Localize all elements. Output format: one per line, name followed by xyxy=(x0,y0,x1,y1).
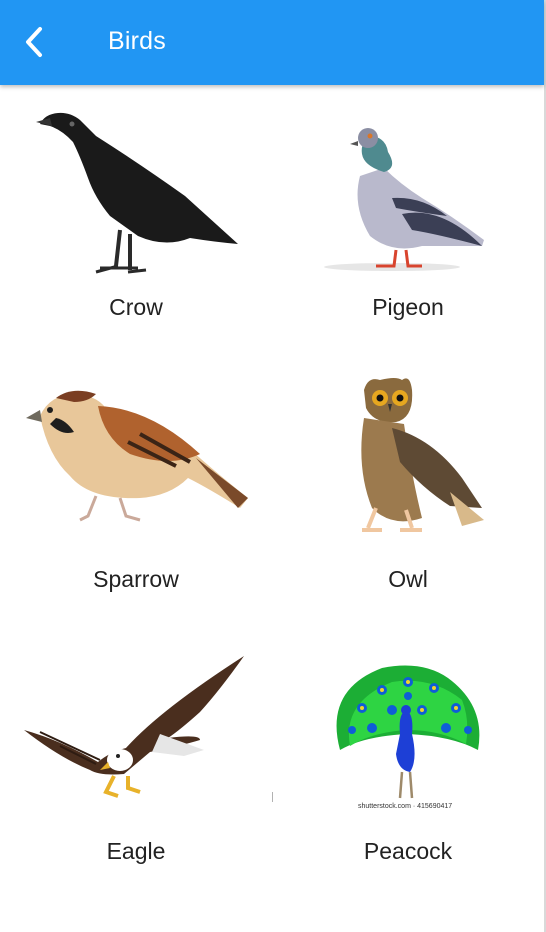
bird-grid: Crow Pigeon Sparrow Owl Eagle shuttersto… xyxy=(0,86,544,902)
bird-tile-eagle[interactable]: Eagle xyxy=(0,630,272,902)
bird-label: Owl xyxy=(388,566,428,592)
bird-tile-peacock[interactable]: shutterstock.com · 415690417 Peacock xyxy=(272,630,544,902)
bird-label: Eagle xyxy=(106,838,166,864)
page-title: Birds xyxy=(108,27,166,55)
bird-tile-owl[interactable]: Owl xyxy=(272,358,544,630)
shutterstock-watermark: shutterstock.com · 415690417 xyxy=(358,803,452,810)
peacock-image: shutterstock.com · 415690417 xyxy=(272,665,480,810)
bird-tile-crow[interactable]: Crow xyxy=(0,86,272,358)
bird-tile-sparrow[interactable]: Sparrow xyxy=(0,358,272,630)
bird-label: Crow xyxy=(109,294,163,320)
crow-image xyxy=(36,112,238,274)
bird-label: Sparrow xyxy=(93,566,179,592)
app-bar: Birds xyxy=(0,0,544,85)
bird-tile-pigeon[interactable]: Pigeon xyxy=(272,86,544,358)
bird-label: Pigeon xyxy=(372,294,444,320)
back-button[interactable] xyxy=(14,22,54,62)
bird-label: Peacock xyxy=(363,838,453,864)
eagle-image xyxy=(24,656,244,798)
sparrow-image xyxy=(26,390,248,522)
pigeon-image xyxy=(324,128,484,271)
chevron-left-icon xyxy=(26,27,42,57)
owl-image xyxy=(361,378,484,532)
